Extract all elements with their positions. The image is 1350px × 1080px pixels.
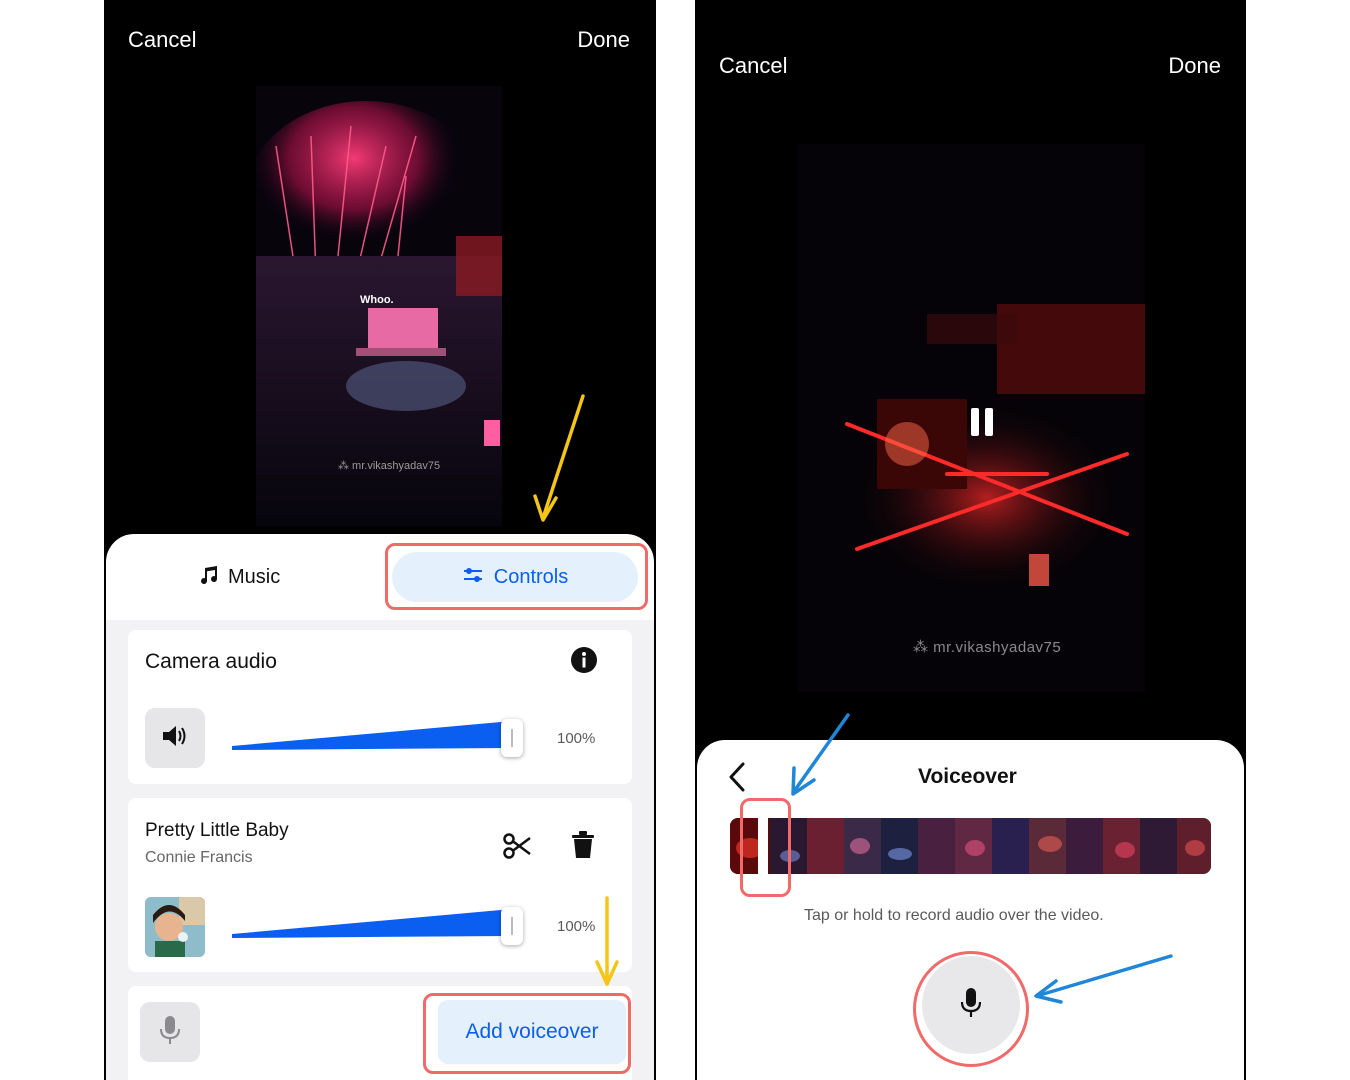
done-button[interactable]: Done [1168,53,1221,79]
info-icon[interactable] [570,646,598,679]
tab-music[interactable]: Music [198,562,280,592]
right-screen: Cancel Done ⁂ mr.vikashyadav75 Voiceover… [695,0,1246,1080]
album-art-image [145,897,205,957]
speaker-icon [161,724,189,753]
cancel-button[interactable]: Cancel [128,27,196,53]
cancel-button[interactable]: Cancel [719,53,787,79]
add-voiceover-highlight [423,993,631,1074]
trash-icon[interactable] [570,830,596,865]
track-slider-fill [232,909,512,938]
camera-audio-slider-fill [232,721,512,750]
track-volume-label: 100% [557,918,596,935]
video-timeline[interactable] [730,818,1211,874]
watermark: ⁂ mr.vikashyadav75 [338,460,441,472]
voiceover-mic-button[interactable] [140,1002,200,1062]
music-track-card: Pretty Little Baby Connie Francis 100% [128,798,632,972]
back-chevron-icon[interactable] [727,761,747,798]
music-note-icon [198,564,220,591]
microphone-icon [159,1015,181,1050]
track-volume-slider[interactable] [232,906,523,946]
track-slider-handle[interactable] [501,907,523,945]
sheet-title: Voiceover [918,765,1017,788]
pause-icon[interactable] [969,406,995,443]
done-button[interactable]: Done [577,27,630,53]
timeline-thumbnails [730,818,1211,874]
camera-audio-volume-label: 100% [557,730,596,747]
controls-tab-highlight [385,543,648,610]
record-button-highlight [913,951,1029,1067]
video-caption: Whoo. [360,294,394,306]
mute-camera-audio-button[interactable] [145,708,205,768]
left-screen: Cancel Done Whoo. ⁂ mr.vikashyadav75 Mus… [104,0,656,1080]
camera-audio-title: Camera audio [145,650,277,673]
camera-audio-card: Camera audio 100% [128,630,632,784]
video-preview[interactable]: Whoo. ⁂ mr.vikashyadav75 [256,86,502,526]
camera-audio-slider-handle[interactable] [501,719,523,757]
watermark: ⁂ mr.vikashyadav75 [913,639,1062,656]
album-art [145,897,205,957]
video-preview[interactable]: ⁂ mr.vikashyadav75 [797,144,1145,692]
playhead-highlight [740,798,791,897]
scissors-icon[interactable] [502,832,532,865]
hint-text: Tap or hold to record audio over the vid… [804,907,1104,924]
track-title: Pretty Little Baby [145,820,289,841]
tab-music-label: Music [228,565,281,588]
camera-audio-volume-slider[interactable] [232,718,523,758]
track-artist: Connie Francis [145,849,253,866]
